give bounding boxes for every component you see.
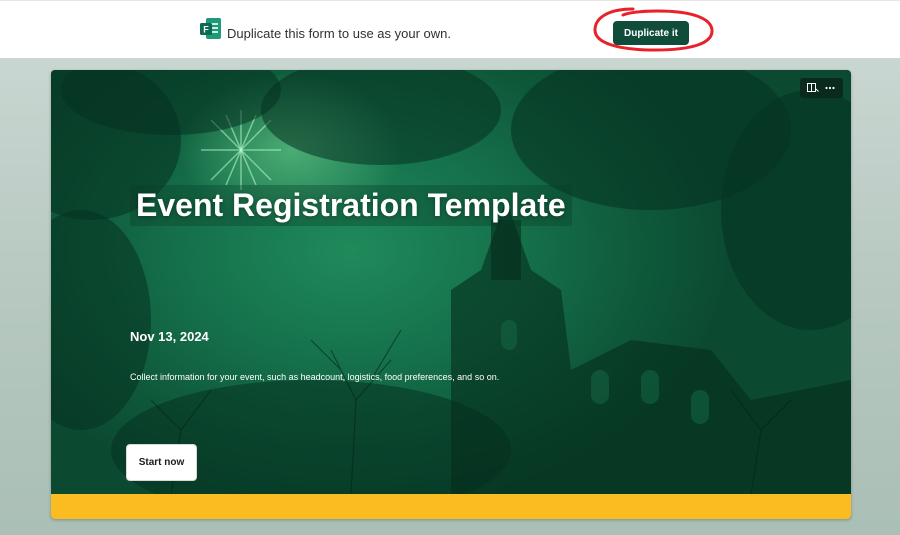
card-toolbar xyxy=(800,78,843,98)
start-now-button[interactable]: Start now xyxy=(126,444,197,481)
cover-background-image xyxy=(51,70,851,494)
form-description: Collect information for your event, such… xyxy=(130,372,500,382)
more-options-icon[interactable] xyxy=(823,81,837,95)
duplicate-message: Duplicate this form to use as your own. xyxy=(227,26,451,41)
form-date: Nov 13, 2024 xyxy=(130,329,209,344)
accent-band xyxy=(51,494,851,519)
svg-text:F: F xyxy=(203,25,209,35)
form-cover-card: Event Registration Template Nov 13, 2024… xyxy=(51,70,851,519)
microsoft-forms-icon: F xyxy=(200,17,222,41)
duplicate-banner: F Duplicate this form to use as your own… xyxy=(0,0,900,58)
form-title: Event Registration Template xyxy=(130,185,572,226)
duplicate-button[interactable]: Duplicate it xyxy=(613,21,689,45)
immersive-reader-icon[interactable] xyxy=(806,81,820,95)
